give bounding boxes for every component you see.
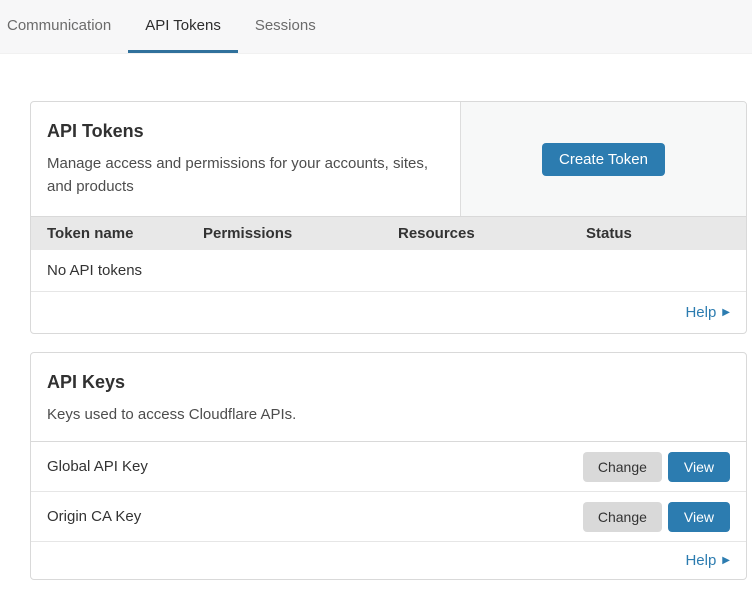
api-tokens-help-row: Help ▶ — [31, 292, 746, 333]
api-keys-help-row: Help ▶ — [31, 542, 746, 579]
view-button-global-api-key[interactable]: View — [668, 452, 730, 482]
arrow-right-icon: ▶ — [722, 308, 730, 318]
column-header-permissions: Permissions — [203, 225, 398, 242]
column-header-token-name: Token name — [47, 225, 203, 242]
column-header-status: Status — [586, 225, 730, 242]
api-tokens-card-action-panel: Create Token — [460, 102, 746, 216]
tab-sessions[interactable]: Sessions — [238, 0, 333, 53]
help-link-label: Help — [685, 304, 716, 321]
api-tokens-help-link[interactable]: Help ▶ — [685, 304, 730, 321]
api-keys-card-description: Keys used to access Cloudflare APIs. — [47, 403, 437, 426]
api-keys-card-header: API Keys Keys used to access Cloudflare … — [31, 353, 746, 442]
api-keys-card-title: API Keys — [47, 372, 730, 393]
api-key-actions-global: Change View — [583, 452, 730, 482]
api-key-row-global: Global API Key Change View — [31, 442, 746, 492]
help-link-label: Help — [685, 552, 716, 569]
api-tokens-card: API Tokens Manage access and permissions… — [30, 101, 747, 334]
tokens-table-header: Token name Permissions Resources Status — [31, 216, 746, 250]
view-button-origin-ca-key[interactable]: View — [668, 502, 730, 532]
api-tokens-card-title: API Tokens — [47, 121, 444, 142]
api-key-actions-origin-ca: Change View — [583, 502, 730, 532]
api-keys-help-link[interactable]: Help ▶ — [685, 552, 730, 569]
api-key-row-origin-ca: Origin CA Key Change View — [31, 492, 746, 542]
page-content: API Tokens Manage access and permissions… — [0, 54, 752, 580]
empty-tokens-message: No API tokens — [31, 250, 746, 292]
api-tokens-card-header: API Tokens Manage access and permissions… — [31, 102, 746, 216]
change-button-origin-ca-key[interactable]: Change — [583, 502, 662, 532]
arrow-right-icon: ▶ — [722, 556, 730, 566]
api-key-name-global: Global API Key — [47, 458, 148, 475]
column-header-resources: Resources — [398, 225, 586, 242]
api-keys-card: API Keys Keys used to access Cloudflare … — [30, 352, 747, 580]
tab-bar: Communication API Tokens Sessions — [0, 0, 752, 54]
tab-api-tokens[interactable]: API Tokens — [128, 0, 238, 53]
tab-communication[interactable]: Communication — [0, 0, 128, 53]
create-token-button[interactable]: Create Token — [542, 143, 665, 176]
change-button-global-api-key[interactable]: Change — [583, 452, 662, 482]
api-tokens-card-description: Manage access and permissions for your a… — [47, 152, 437, 199]
api-key-name-origin-ca: Origin CA Key — [47, 508, 141, 525]
api-tokens-card-header-text: API Tokens Manage access and permissions… — [31, 102, 460, 216]
